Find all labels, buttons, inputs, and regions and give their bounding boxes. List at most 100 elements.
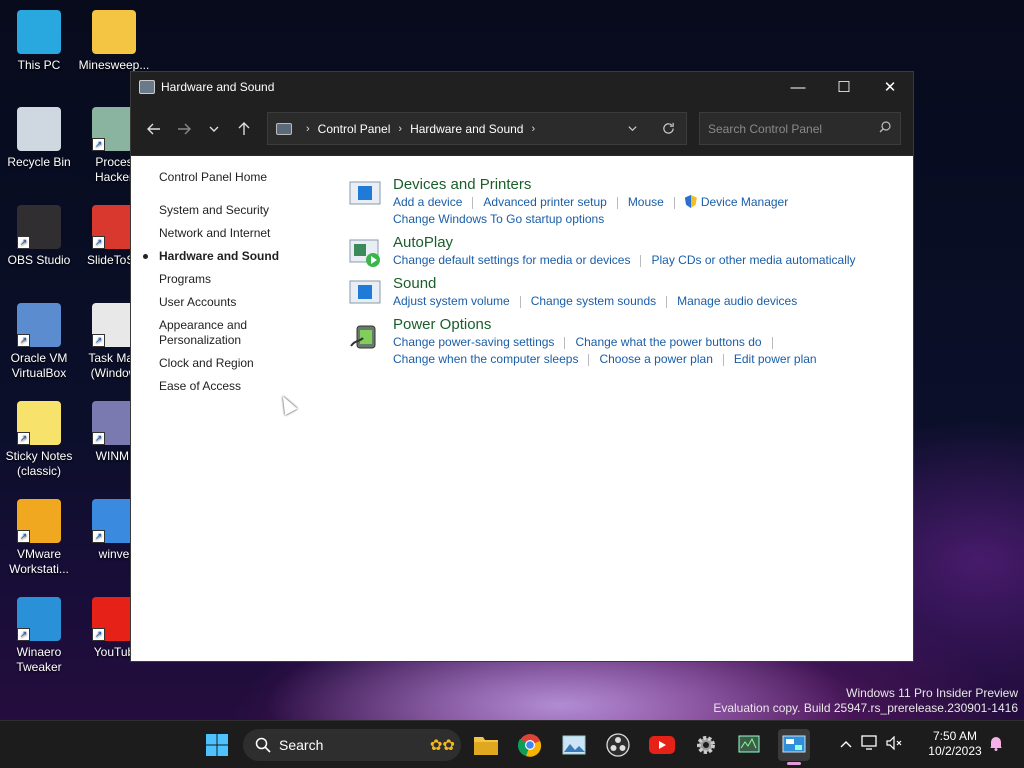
left-nav-item[interactable]: Ease of Access: [159, 379, 329, 394]
task-link[interactable]: Change Windows To Go startup options: [393, 212, 604, 226]
search-icon: [255, 737, 271, 753]
power-options-icon[interactable]: [349, 320, 381, 349]
obs-button[interactable]: [602, 729, 634, 761]
task-link[interactable]: Add a device: [393, 195, 462, 209]
sticky-notes-icon: ↗: [17, 401, 61, 445]
autoplay-icon[interactable]: [349, 238, 381, 267]
control-panel-taskbar-button[interactable]: [778, 729, 810, 765]
breadcrumb-control-panel[interactable]: Control Panel: [318, 122, 391, 136]
left-nav-item[interactable]: User Accounts: [159, 295, 329, 310]
settings-app-button[interactable]: [690, 729, 722, 761]
folder-icon: [474, 737, 498, 755]
refresh-button[interactable]: [650, 113, 686, 144]
active-indicator: [787, 762, 801, 765]
task-link[interactable]: Manage audio devices: [677, 294, 797, 308]
youtube-icon: [649, 736, 675, 754]
maximize-button[interactable]: ☐: [821, 72, 867, 102]
network-icon[interactable]: [856, 734, 884, 756]
task-link[interactable]: Change power-saving settings: [393, 335, 554, 349]
left-navigation: Control Panel Home System and Security Ne…: [143, 170, 329, 402]
control-panel-icon: [782, 735, 806, 753]
task-link-row: Change default settings for media or dev…: [393, 252, 909, 269]
category-power-options: Power Options Change power-saving setting…: [349, 316, 909, 368]
start-button[interactable]: [201, 729, 233, 761]
desktop-icon[interactable]: ↗ Winaero Tweaker: [0, 597, 78, 675]
forward-button[interactable]: [169, 114, 199, 144]
photos-button[interactable]: [558, 729, 590, 761]
breadcrumb-separator[interactable]: ›: [531, 123, 535, 135]
desktop-icon[interactable]: ↗ OBS Studio: [0, 205, 78, 268]
address-bar[interactable]: › Control Panel › Hardware and Sound ›: [267, 112, 687, 145]
breadcrumb-hardware-and-sound[interactable]: Hardware and Sound: [410, 122, 523, 136]
taskbar-clock[interactable]: 7:50 AM 10/2/2023: [920, 729, 990, 759]
title-bar[interactable]: Hardware and Sound — ☐ ✕: [131, 72, 913, 102]
left-nav-item[interactable]: Programs: [159, 272, 329, 287]
left-nav-item[interactable]: System and Security: [159, 203, 329, 218]
search-icon[interactable]: [870, 121, 900, 136]
task-link[interactable]: Device Manager: [701, 195, 788, 209]
category-title[interactable]: AutoPlay: [393, 234, 453, 252]
desktop-icon[interactable]: Minesweep...: [75, 10, 153, 73]
task-link[interactable]: Change when the computer sleeps: [393, 352, 578, 366]
left-nav-item[interactable]: Network and Internet: [159, 226, 329, 241]
close-button[interactable]: ✕: [867, 72, 913, 102]
control-panel-window: Hardware and Sound — ☐ ✕ › Control Panel…: [130, 71, 914, 662]
task-link[interactable]: Edit power plan: [734, 352, 817, 366]
category-title[interactable]: Devices and Printers: [393, 176, 531, 194]
control-panel-icon: [139, 80, 155, 94]
desktop-icon[interactable]: ↗ VMware Workstati...: [0, 499, 78, 577]
address-dropdown-button[interactable]: [614, 113, 650, 144]
shortcut-arrow-icon: ↗: [17, 628, 30, 641]
link-divider: [564, 336, 566, 349]
search-box[interactable]: [699, 112, 901, 145]
volume-muted-icon[interactable]: [884, 735, 904, 755]
desktop-icon-label: This PC: [17, 58, 61, 72]
youtube-button[interactable]: [646, 729, 678, 761]
task-link[interactable]: Mouse: [628, 195, 664, 209]
task-link[interactable]: Change default settings for media or dev…: [393, 253, 630, 267]
desktop-icon[interactable]: ↗ Oracle VM VirtualBox: [0, 303, 78, 381]
devices-printers-icon[interactable]: [349, 180, 381, 208]
left-nav-item[interactable]: Clock and Region: [159, 356, 329, 371]
control-panel-home-link[interactable]: Control Panel Home: [159, 170, 329, 185]
left-nav-item[interactable]: Appearance and Personalization: [159, 318, 269, 348]
desktop-icon[interactable]: Recycle Bin: [0, 107, 78, 170]
minimize-button[interactable]: —: [775, 72, 821, 102]
chrome-button[interactable]: [514, 729, 546, 761]
category-title[interactable]: Sound: [393, 275, 436, 293]
show-hidden-icons-button[interactable]: [836, 736, 856, 754]
task-link[interactable]: Play CDs or other media automatically: [651, 253, 855, 267]
category-title[interactable]: Power Options: [393, 316, 491, 334]
left-nav-item[interactable]: Hardware and Sound: [143, 249, 329, 264]
desktop-icon-label: Recycle Bin: [7, 155, 71, 169]
search-input[interactable]: [708, 121, 870, 136]
desktop-icon[interactable]: This PC: [0, 10, 78, 73]
desktop-icon-label: Oracle VM VirtualBox: [10, 351, 68, 380]
task-link[interactable]: Advanced printer setup: [483, 195, 606, 209]
watermark-line-1: Windows 11 Pro Insider Preview: [846, 686, 1018, 700]
taskbar-search[interactable]: Search ✿✿: [243, 729, 461, 761]
task-link-row: Change Windows To Go startup options: [393, 211, 909, 228]
notification-bell-icon[interactable]: [986, 735, 1006, 756]
desktop-icon[interactable]: ↗ Sticky Notes (classic): [0, 401, 78, 479]
task-link[interactable]: Adjust system volume: [393, 294, 510, 308]
category-autoplay: AutoPlay Change default settings for medi…: [349, 234, 909, 269]
link-divider: [616, 196, 618, 209]
up-button[interactable]: [229, 114, 259, 144]
category-devices-and-printers: Devices and Printers Add a device Advanced…: [349, 176, 909, 228]
task-link[interactable]: Change system sounds: [531, 294, 656, 308]
breadcrumb-separator[interactable]: ›: [306, 123, 310, 135]
task-link[interactable]: Change what the power buttons do: [575, 335, 761, 349]
recent-locations-button[interactable]: [199, 114, 229, 144]
file-explorer-button[interactable]: [470, 729, 502, 761]
desktop-icon-label: OBS Studio: [7, 253, 71, 267]
breadcrumb-separator[interactable]: ›: [398, 123, 402, 135]
back-button[interactable]: [139, 114, 169, 144]
link-divider: [722, 353, 724, 366]
task-link[interactable]: Choose a power plan: [599, 352, 712, 366]
virtualbox-icon: ↗: [17, 303, 61, 347]
process-hacker-button[interactable]: [734, 729, 766, 761]
taskbar: Search ✿✿ 7:50 AM 10/2/2023: [0, 720, 1024, 768]
desktop-icon-label: VMware Workstati...: [9, 547, 69, 576]
sound-icon[interactable]: [349, 279, 381, 307]
